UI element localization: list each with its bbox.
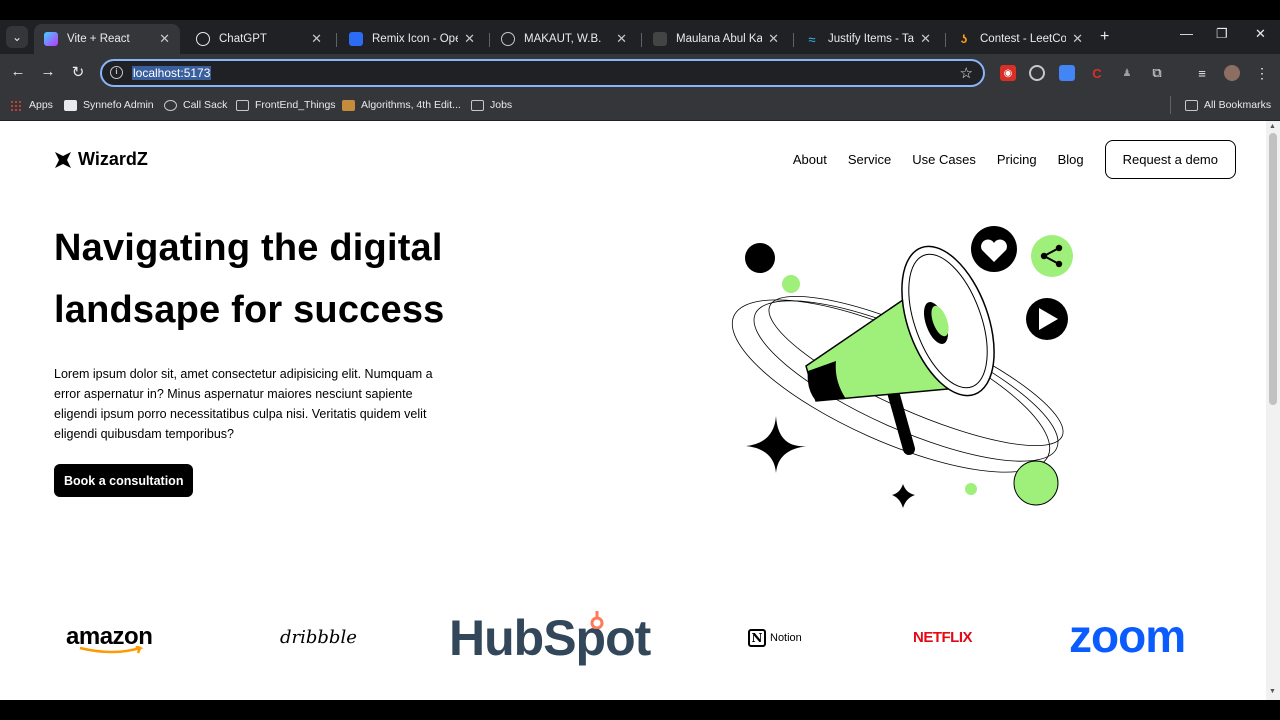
minimize-icon[interactable]: — (1180, 26, 1193, 41)
scroll-up-icon[interactable]: ▲ (1269, 123, 1276, 130)
forward-icon[interactable]: → (38, 63, 58, 80)
navigation-toolbar: ← → ↻ i localhost:5173 ☆ ◉ C ♟ ⧉ ≡ ⋮ (0, 54, 1280, 92)
bookmark-apps[interactable]: Apps (10, 99, 53, 111)
tab-search-button[interactable]: ⌄ (6, 26, 28, 48)
notion-logo: N Notion (748, 629, 802, 647)
bookmarks-separator (1170, 96, 1171, 114)
extension-docs-icon[interactable] (1059, 65, 1075, 81)
leetcode-icon: ʖ (960, 32, 968, 46)
chatgpt-icon (196, 32, 210, 46)
amazon-smile-icon (79, 646, 144, 654)
tab-tailwind[interactable]: ≈ Justify Items - Tailwi ✕ (795, 24, 941, 54)
book-consultation-button[interactable]: Book a consultation (54, 464, 194, 497)
browser-chrome: ⌄ Vite + React ✕ ChatGPT ✕ Remix Icon - … (0, 0, 1280, 121)
hubspot-sprocket-icon (590, 611, 604, 629)
all-bookmarks[interactable]: All Bookmarks (1185, 99, 1271, 111)
menu-kebab-icon[interactable]: ⋮ (1254, 65, 1270, 81)
close-icon[interactable]: ✕ (920, 31, 931, 47)
vite-icon (44, 32, 58, 46)
close-icon[interactable]: ✕ (768, 31, 779, 47)
remix-icon (349, 32, 363, 46)
tailwind-icon: ≈ (808, 31, 816, 47)
url-text[interactable]: localhost:5173 (132, 66, 212, 80)
reload-icon[interactable]: ↻ (68, 63, 88, 81)
tab-leetcode[interactable]: ʖ Contest - LeetCode ✕ (947, 24, 1093, 54)
globe-icon (501, 32, 515, 46)
top-strip (0, 0, 1280, 20)
logo-star-icon (55, 151, 71, 168)
synnefo-icon (64, 99, 77, 111)
main-nav: About Service Use Cases Pricing Blog Req… (793, 140, 1236, 179)
nav-use-cases[interactable]: Use Cases (912, 152, 976, 167)
tab-vite-react[interactable]: Vite + React ✕ (34, 24, 180, 54)
folder-icon (236, 99, 249, 111)
reading-list-icon[interactable]: ≡ (1194, 65, 1210, 81)
new-tab-button[interactable]: + (1100, 28, 1109, 46)
site-info-icon[interactable]: i (110, 66, 123, 79)
logo-text: WizardZ (78, 149, 148, 169)
restore-icon[interactable]: ❐ (1216, 26, 1228, 42)
bookmark-call-sack[interactable]: Call Sack (164, 99, 227, 111)
tab-chatgpt[interactable]: ChatGPT ✕ (186, 24, 332, 54)
page-scrollbar[interactable]: ▲ ▼ (1266, 121, 1280, 700)
page-icon (653, 32, 667, 46)
tab-separator (641, 33, 642, 47)
tab-separator (793, 33, 794, 47)
request-demo-button[interactable]: Request a demo (1104, 140, 1236, 179)
hero-description: Lorem ipsum dolor sit, amet consectetur … (54, 367, 433, 441)
tab-bar: ⌄ Vite + React ✕ ChatGPT ✕ Remix Icon - … (0, 20, 1280, 54)
play-bubble-icon (1026, 298, 1068, 340)
tab-separator (489, 33, 490, 47)
close-icon[interactable]: ✕ (311, 31, 322, 47)
zoom-logo: zoom (1069, 610, 1186, 662)
nav-service[interactable]: Service (848, 152, 891, 167)
tab-remix-icon[interactable]: Remix Icon - Open s ✕ (339, 24, 485, 54)
site-logo[interactable]: WizardZ (54, 149, 148, 170)
tab-separator (336, 33, 337, 47)
amazon-logo: amazon (66, 623, 153, 654)
bookmark-star-icon[interactable]: ☆ (960, 64, 973, 82)
globe-icon (164, 99, 177, 111)
netflix-logo: NETFLIX (913, 629, 973, 646)
extensions-puzzle-icon[interactable]: ⧉ (1149, 65, 1165, 81)
megaphone-illustration (731, 226, 1073, 508)
heart-bubble-icon (971, 226, 1017, 272)
extension-target-icon[interactable] (1029, 65, 1045, 81)
tab-makaut[interactable]: MAKAUT, W.B. ✕ (491, 24, 637, 54)
folder-icon (471, 99, 484, 111)
page-viewport: WizardZ About Service Use Cases Pricing … (0, 121, 1266, 700)
scrollbar-thumb[interactable] (1269, 133, 1277, 405)
close-window-icon[interactable]: ✕ (1255, 26, 1266, 42)
bookmark-frontend-things[interactable]: FrontEnd_Things (236, 99, 336, 111)
tab-maulana[interactable]: Maulana Abul Kalam ✕ (643, 24, 789, 54)
address-bar[interactable]: i localhost:5173 ☆ (100, 59, 985, 87)
bottom-strip (0, 700, 1280, 720)
bookmark-synnefo-admin[interactable]: Synnefo Admin (64, 99, 154, 111)
dribbble-logo: dribbble (280, 627, 357, 648)
extension-c-icon[interactable]: C (1089, 65, 1105, 81)
share-bubble-icon (1031, 235, 1073, 277)
bookmark-jobs[interactable]: Jobs (471, 99, 512, 111)
extension-red-icon[interactable]: ◉ (1000, 65, 1016, 81)
tab-separator (945, 33, 946, 47)
bookmarks-bar: Apps Synnefo Admin Call Sack FrontEnd_Th… (0, 92, 1280, 121)
profile-avatar-icon[interactable] (1224, 65, 1240, 81)
book-icon (342, 99, 355, 111)
extension-pawn-icon[interactable]: ♟ (1119, 65, 1135, 81)
back-icon[interactable]: ← (8, 63, 28, 80)
close-icon[interactable]: ✕ (464, 31, 475, 47)
close-icon[interactable]: ✕ (1072, 31, 1083, 47)
nav-pricing[interactable]: Pricing (997, 152, 1037, 167)
hero-title: Navigating the digital landsape for succ… (54, 227, 445, 331)
nav-blog[interactable]: Blog (1058, 152, 1084, 167)
close-icon[interactable]: ✕ (159, 31, 170, 47)
notion-n-icon: N (748, 629, 766, 647)
scroll-down-icon[interactable]: ▼ (1269, 688, 1276, 695)
folder-icon (1185, 99, 1198, 111)
close-icon[interactable]: ✕ (616, 31, 627, 47)
bookmark-algorithms[interactable]: Algorithms, 4th Edit... (342, 99, 461, 111)
hubspot-logo: HubSpot (449, 610, 651, 666)
nav-about[interactable]: About (793, 152, 827, 167)
apps-grid-icon (10, 99, 23, 111)
